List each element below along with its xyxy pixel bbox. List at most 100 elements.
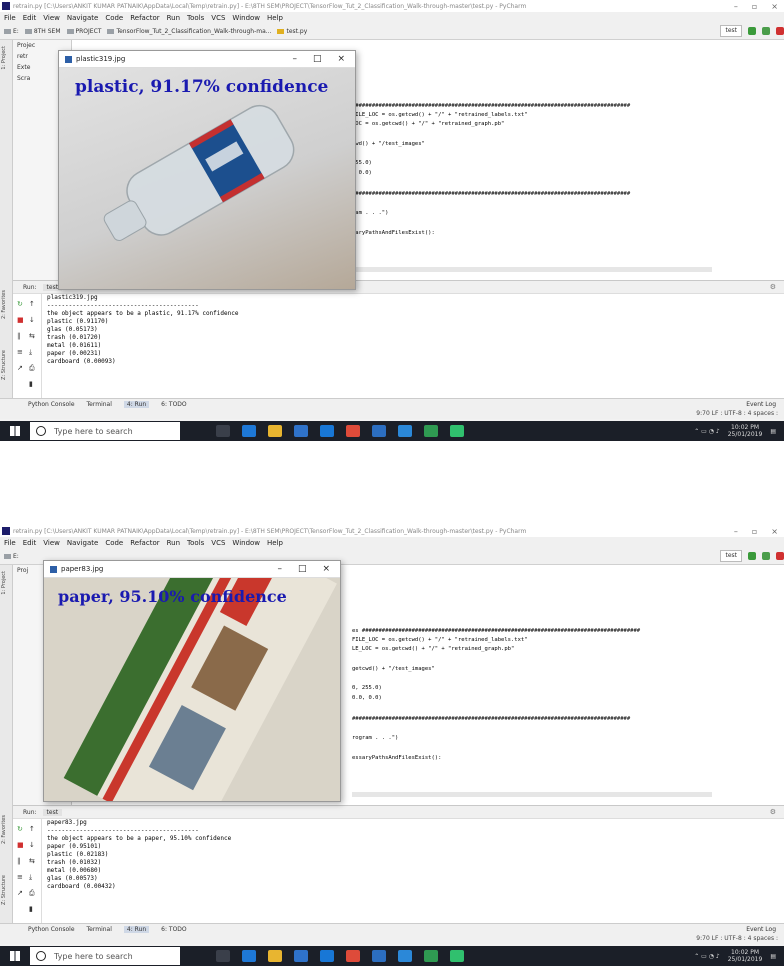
app-icon[interactable] xyxy=(398,950,412,962)
tab-terminal[interactable]: Terminal xyxy=(87,401,112,408)
up-icon[interactable]: ↑ xyxy=(29,300,35,308)
tray-icons[interactable]: ⌃ ▭ ◔ ♪ xyxy=(694,428,719,435)
tab-terminal[interactable]: Terminal xyxy=(87,926,112,933)
stop-icon[interactable] xyxy=(776,552,784,560)
edge-icon[interactable] xyxy=(242,950,256,962)
chrome-icon[interactable] xyxy=(346,425,360,437)
app-icon[interactable] xyxy=(424,425,438,437)
down-icon[interactable]: ↓ xyxy=(29,841,35,849)
breadcrumb-item[interactable]: E: xyxy=(4,28,19,35)
tab-run[interactable]: 4: Run xyxy=(123,400,150,408)
minimize-icon[interactable]: – xyxy=(277,564,282,574)
event-log-button[interactable]: Event Log xyxy=(746,401,776,408)
menu-edit[interactable]: Edit xyxy=(23,14,37,22)
favorites-tool-tab[interactable]: 2: Favorites xyxy=(1,290,7,319)
stop-icon[interactable] xyxy=(776,27,784,35)
menu-navigate[interactable]: Navigate xyxy=(67,14,98,22)
project-tool-tab[interactable]: 1: Project xyxy=(1,46,7,70)
menu-code[interactable]: Code xyxy=(105,539,123,547)
menu-view[interactable]: View xyxy=(43,539,60,547)
gear-icon[interactable]: ⚙ xyxy=(770,283,776,291)
menu-file[interactable]: File xyxy=(4,539,16,547)
stop-icon[interactable]: ■ xyxy=(17,841,24,849)
favorites-tool-tab[interactable]: 2: Favorites xyxy=(1,815,7,844)
menu-vcs[interactable]: VCS xyxy=(211,539,225,547)
breadcrumb-item[interactable]: 8TH SEM xyxy=(24,28,61,35)
stop-icon[interactable]: ■ xyxy=(17,316,24,324)
project-tool-tab[interactable]: 1: Project xyxy=(1,571,7,595)
minimize-icon[interactable]: – xyxy=(734,2,738,11)
menu-view[interactable]: View xyxy=(43,14,60,22)
tray-icons[interactable]: ⌃ ▭ ◔ ♪ xyxy=(694,953,719,960)
notification-icon[interactable]: ▤ xyxy=(770,953,776,960)
menu-file[interactable]: File xyxy=(4,14,16,22)
restore-icon[interactable]: ▫ xyxy=(752,2,757,11)
tab-todo[interactable]: 6: TODO xyxy=(161,401,186,408)
menu-run[interactable]: Run xyxy=(167,14,180,22)
clock[interactable]: 10:02 PM 25/01/2019 xyxy=(728,424,763,438)
layout-icon[interactable]: ≡ xyxy=(17,348,23,356)
trash-icon[interactable]: ▮ xyxy=(29,380,33,388)
edge-icon[interactable] xyxy=(242,425,256,437)
app-icon[interactable] xyxy=(372,950,386,962)
wrap-icon[interactable]: ⇆ xyxy=(29,857,35,865)
menu-tools[interactable]: Tools xyxy=(187,539,204,547)
breadcrumb-item[interactable]: E: xyxy=(4,553,19,560)
taskbar-search[interactable]: Type here to search xyxy=(30,947,180,965)
minimize-icon[interactable]: – xyxy=(734,527,738,536)
menu-help[interactable]: Help xyxy=(267,14,283,22)
menu-refactor[interactable]: Refactor xyxy=(130,14,159,22)
breadcrumb-item[interactable]: PROJECT xyxy=(66,28,101,35)
rerun-icon[interactable] xyxy=(748,552,756,560)
breadcrumb-item[interactable]: TensorFlow_Tut_2_Classification_Walk-thr… xyxy=(107,28,271,35)
structure-tool-tab[interactable]: Z: Structure xyxy=(1,875,7,905)
debug-icon[interactable] xyxy=(762,552,770,560)
run-config-select[interactable]: test xyxy=(720,550,742,562)
close-icon[interactable]: × xyxy=(771,2,778,11)
run-tab-test[interactable]: test xyxy=(42,808,63,816)
menu-vcs[interactable]: VCS xyxy=(211,14,225,22)
menu-window[interactable]: Window xyxy=(232,539,260,547)
tab-todo[interactable]: 6: TODO xyxy=(161,926,186,933)
scroll-end-icon[interactable]: ⤓ xyxy=(29,348,32,357)
pin-icon[interactable]: ↗ xyxy=(17,889,23,897)
tab-run[interactable]: 4: Run xyxy=(123,925,150,933)
menu-window[interactable]: Window xyxy=(232,14,260,22)
store-icon[interactable] xyxy=(294,950,308,962)
print-icon[interactable]: ⎙ xyxy=(29,364,35,373)
pycharm-taskbar-icon[interactable] xyxy=(450,950,464,962)
close-icon[interactable]: × xyxy=(322,564,330,574)
pause-icon[interactable]: ∥ xyxy=(17,332,21,340)
tab-python-console[interactable]: Python Console xyxy=(28,401,75,408)
structure-tool-tab[interactable]: Z: Structure xyxy=(1,350,7,380)
taskbar-search[interactable]: Type here to search xyxy=(30,422,180,440)
close-icon[interactable]: × xyxy=(337,54,345,64)
close-icon[interactable]: × xyxy=(771,527,778,536)
restore-icon[interactable]: ▫ xyxy=(752,527,757,536)
app-icon[interactable] xyxy=(424,950,438,962)
rerun-icon[interactable] xyxy=(748,27,756,35)
image-window-titlebar[interactable]: plastic319.jpg – □ × xyxy=(59,51,355,68)
breadcrumb-item[interactable]: test.py xyxy=(277,28,307,35)
windows-start-icon[interactable] xyxy=(10,426,20,436)
clock[interactable]: 10:02 PM 25/01/2019 xyxy=(728,949,763,963)
maximize-icon[interactable]: □ xyxy=(313,54,322,64)
menu-run[interactable]: Run xyxy=(167,539,180,547)
layout-icon[interactable]: ≡ xyxy=(17,873,23,881)
event-log-button[interactable]: Event Log xyxy=(746,926,776,933)
up-icon[interactable]: ↑ xyxy=(29,825,35,833)
pin-icon[interactable]: ↗ xyxy=(17,364,23,372)
rerun-icon[interactable]: ↻ xyxy=(17,825,23,833)
pycharm-taskbar-icon[interactable] xyxy=(450,425,464,437)
pause-icon[interactable]: ∥ xyxy=(17,857,21,865)
task-view-icon[interactable] xyxy=(216,950,230,962)
horizontal-scrollbar[interactable] xyxy=(352,267,712,272)
mail-icon[interactable] xyxy=(320,425,334,437)
wrap-icon[interactable]: ⇆ xyxy=(29,332,35,340)
tab-python-console[interactable]: Python Console xyxy=(28,926,75,933)
print-icon[interactable]: ⎙ xyxy=(29,889,35,898)
file-explorer-icon[interactable] xyxy=(268,950,282,962)
menu-code[interactable]: Code xyxy=(105,14,123,22)
debug-icon[interactable] xyxy=(762,27,770,35)
horizontal-scrollbar[interactable] xyxy=(352,792,712,797)
